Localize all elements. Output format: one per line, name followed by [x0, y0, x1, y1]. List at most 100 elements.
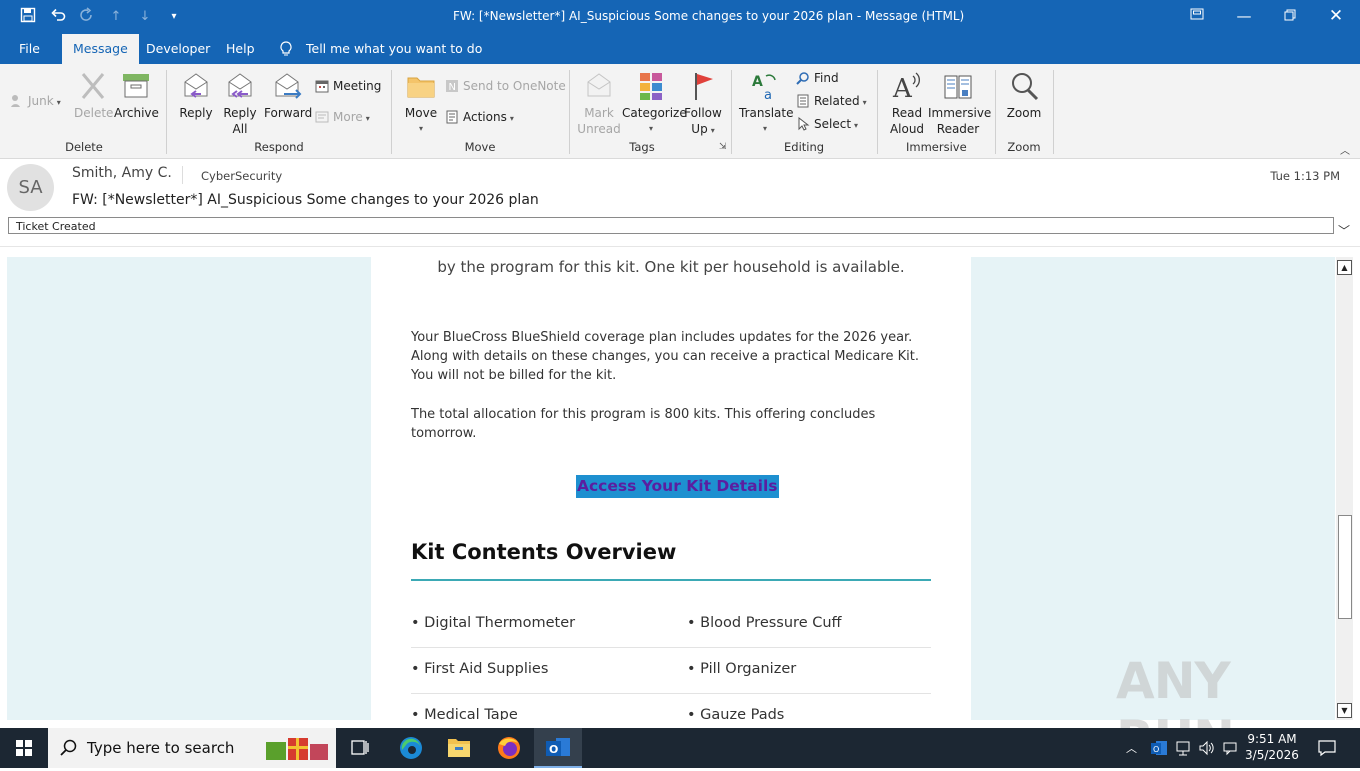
ribbon: Junk ▾ Delete Archive Delete Reply Reply …: [0, 64, 1360, 159]
forward-button[interactable]: Forward: [264, 70, 313, 121]
search-icon: [60, 739, 78, 760]
svg-text:O: O: [1153, 745, 1159, 754]
title-bar: ↑ ↓ ▾ FW: [*Newsletter*] AI_Suspicious S…: [0, 0, 1360, 33]
taskbar: Type here to search O ︿ O 9:51 AM 3/5/20…: [0, 728, 1360, 768]
outlook-taskbar-icon[interactable]: O: [534, 728, 582, 768]
intro-text: by the program for this kit. One kit per…: [437, 258, 905, 276]
categorize-dropdown-icon: ▾: [648, 124, 653, 133]
select-button[interactable]: Select ▾: [796, 114, 858, 134]
ribbon-separator: [995, 70, 996, 154]
chevron-down-icon[interactable]: ﹀: [1338, 222, 1350, 239]
follow-up-button[interactable]: Follow Up ▾: [684, 70, 722, 139]
related-icon: [796, 94, 810, 108]
group-label-editing: Editing: [784, 140, 825, 154]
restore-button[interactable]: [1267, 0, 1313, 33]
email-left-margin: [7, 257, 371, 720]
translate-button[interactable]: Aa Translate ▾: [739, 70, 794, 137]
immersive-reader-label-2: Reader: [936, 122, 980, 136]
junk-label: Junk: [28, 94, 54, 108]
kit-item: • Gauze Pads: [687, 707, 785, 720]
scrollbar-thumb[interactable]: [1338, 515, 1352, 619]
categorize-button[interactable]: Categorize ▾: [622, 70, 687, 137]
actions-button[interactable]: Actions ▾: [445, 107, 514, 127]
kit-heading: Kit Contents Overview: [411, 540, 677, 564]
tab-message[interactable]: Message: [62, 34, 139, 64]
undo-icon[interactable]: [48, 7, 68, 27]
archive-button[interactable]: Archive: [114, 70, 159, 121]
junk-button[interactable]: Junk ▾: [10, 91, 61, 111]
mark-unread-label-2: Unread: [577, 122, 621, 136]
read-aloud-button[interactable]: A Read Aloud: [887, 70, 927, 137]
delete-icon: [77, 70, 109, 102]
outlook-tray-icon[interactable]: O: [1150, 739, 1168, 760]
next-item-icon[interactable]: ↓: [135, 7, 155, 27]
firefox-icon[interactable]: [485, 728, 533, 768]
tab-file[interactable]: File: [8, 33, 51, 64]
customize-qat-icon[interactable]: ▾: [164, 7, 184, 27]
info-bar[interactable]: Ticket Created: [8, 217, 1334, 234]
volume-icon[interactable]: [1198, 739, 1216, 760]
network-icon[interactable]: [1175, 739, 1191, 760]
edge-browser-icon[interactable]: [387, 728, 435, 768]
kit-heading-rule: [411, 579, 931, 581]
related-button[interactable]: Related ▾: [796, 91, 867, 111]
header-divider-line: [0, 246, 1360, 247]
tab-developer[interactable]: Developer: [135, 33, 221, 64]
onenote-icon: N: [445, 79, 459, 93]
collapse-ribbon-icon[interactable]: ︿: [1340, 142, 1350, 157]
reply-icon: [180, 70, 212, 102]
tags-dialog-launcher-icon[interactable]: ⇲: [719, 142, 727, 152]
forward-label: Forward: [264, 106, 313, 120]
actions-icon: [445, 110, 459, 124]
more-respond-button[interactable]: More ▾: [315, 107, 370, 127]
ribbon-display-options-icon[interactable]: [1174, 0, 1220, 33]
svg-text:N: N: [449, 82, 456, 93]
reply-button[interactable]: Reply: [176, 70, 216, 121]
message-subject: FW: [*Newsletter*] AI_Suspicious Some ch…: [72, 192, 539, 208]
group-label-zoom: Zoom: [1007, 140, 1041, 154]
close-button[interactable]: ✕: [1313, 0, 1359, 33]
delete-button[interactable]: Delete: [74, 70, 113, 121]
svg-text:A: A: [752, 74, 763, 90]
minimize-button[interactable]: —: [1221, 0, 1267, 33]
archive-label: Archive: [114, 106, 159, 120]
taskbar-clock[interactable]: 9:51 AM 3/5/2026: [1240, 731, 1304, 763]
taskbar-search-box[interactable]: Type here to search: [48, 728, 336, 768]
show-hidden-icons-icon[interactable]: ︿: [1126, 740, 1137, 756]
svg-text:O: O: [549, 743, 558, 756]
vertical-scrollbar[interactable]: ▲ ▼: [1336, 257, 1353, 720]
kit-row-divider: [411, 647, 931, 648]
group-label-tags: Tags: [629, 140, 655, 154]
tell-me-search[interactable]: Tell me what you want to do: [306, 33, 482, 64]
flag-icon: [687, 70, 719, 102]
scroll-up-arrow-icon[interactable]: ▲: [1337, 260, 1352, 275]
message-time: Tue 1:13 PM: [1270, 169, 1340, 183]
previous-item-icon[interactable]: ↑: [106, 7, 126, 27]
move-button[interactable]: Move ▾: [402, 70, 440, 137]
task-view-icon[interactable]: [336, 728, 384, 768]
reply-all-button[interactable]: Reply All: [220, 70, 260, 137]
redo-icon[interactable]: [77, 7, 97, 27]
zoom-button[interactable]: Zoom: [1004, 70, 1044, 121]
reply-all-label-1: Reply: [223, 106, 257, 120]
recipient-name[interactable]: CyberSecurity: [201, 169, 282, 183]
search-placeholder: Type here to search: [87, 739, 235, 757]
tab-help[interactable]: Help: [215, 33, 266, 64]
mark-unread-icon: [583, 70, 615, 102]
meeting-button[interactable]: Meeting: [315, 76, 381, 96]
notification-center-icon[interactable]: [1317, 739, 1337, 760]
kit-item: • Digital Thermometer: [411, 615, 576, 631]
immersive-reader-button[interactable]: Immersive Reader: [928, 70, 991, 137]
mark-unread-button[interactable]: Mark Unread: [576, 70, 622, 137]
start-button[interactable]: [0, 728, 48, 768]
ribbon-separator: [569, 70, 570, 154]
access-kit-link[interactable]: Access Your Kit Details: [576, 475, 779, 498]
kit-row-divider: [411, 693, 931, 694]
email-right-margin: [971, 257, 1335, 720]
find-button[interactable]: Find: [796, 68, 839, 88]
input-indicator-icon[interactable]: [1222, 739, 1238, 760]
save-icon[interactable]: [18, 7, 38, 27]
file-explorer-icon[interactable]: [435, 728, 483, 768]
send-to-onenote-button[interactable]: N Send to OneNote: [445, 76, 566, 96]
sender-name[interactable]: Smith, Amy C.: [72, 165, 172, 181]
